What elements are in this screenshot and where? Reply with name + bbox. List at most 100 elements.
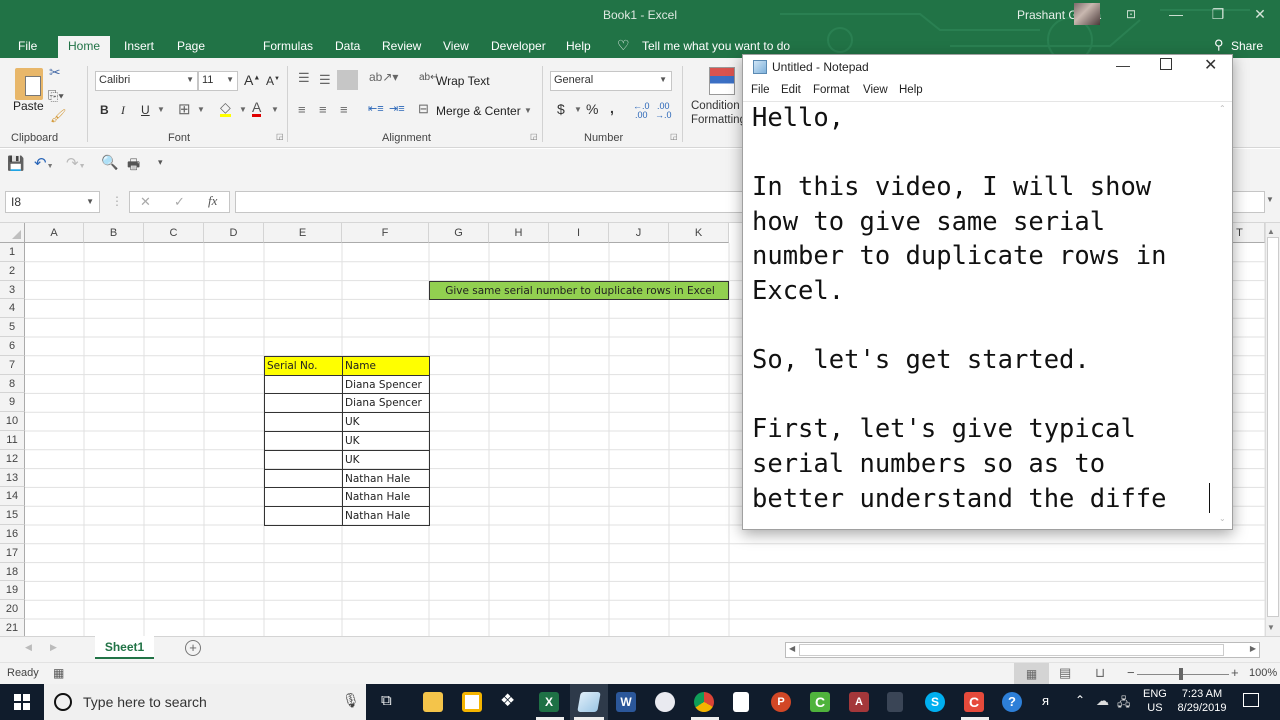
tab-review[interactable]: Review bbox=[382, 36, 421, 58]
save-icon[interactable]: 💾 bbox=[7, 155, 24, 172]
close-icon[interactable]: ✕ bbox=[1248, 4, 1272, 24]
paste-button[interactable]: Paste bbox=[13, 99, 44, 113]
paste-icon[interactable] bbox=[15, 68, 43, 100]
chevron-down-icon[interactable]: ▼ bbox=[574, 105, 582, 114]
column-header-f[interactable]: F bbox=[342, 223, 429, 243]
cell-e15[interactable] bbox=[264, 506, 343, 526]
file-explorer-icon[interactable] bbox=[423, 692, 443, 712]
column-header-a[interactable]: A bbox=[25, 223, 84, 243]
scroll-down-icon[interactable]: ⌄ bbox=[1219, 514, 1226, 523]
bottom-align-button[interactable] bbox=[337, 70, 358, 90]
clipboard-launcher-icon[interactable]: ◲ bbox=[276, 132, 284, 141]
notepad-menu-format[interactable]: Format bbox=[813, 84, 849, 96]
row-header-5[interactable]: 5 bbox=[0, 318, 25, 337]
italic-button[interactable]: I bbox=[121, 103, 125, 118]
font-name-select[interactable]: Calibri ▼ bbox=[95, 71, 198, 91]
column-header-g[interactable]: G bbox=[429, 223, 489, 243]
tab-developer[interactable]: Developer bbox=[491, 36, 546, 58]
row-header-1[interactable]: 1 bbox=[0, 243, 25, 262]
fill-color-icon[interactable]: ◇ bbox=[220, 100, 231, 117]
chevron-down-icon[interactable]: ▼ bbox=[239, 105, 247, 114]
chevron-down-icon[interactable]: ▼ bbox=[524, 106, 532, 115]
chevron-down-icon[interactable]: ▼ bbox=[157, 105, 165, 114]
chrome-icon[interactable] bbox=[694, 692, 714, 712]
row-header-16[interactable]: 16 bbox=[0, 525, 25, 544]
user-avatar[interactable] bbox=[1074, 3, 1100, 25]
zoom-slider-thumb[interactable] bbox=[1179, 668, 1183, 680]
people-icon[interactable]: ᴙ bbox=[1042, 693, 1049, 708]
new-sheet-icon[interactable]: + bbox=[185, 640, 201, 656]
cell-e9[interactable] bbox=[264, 393, 343, 414]
snipping-tool-icon[interactable] bbox=[655, 692, 675, 712]
camtasia-recorder-icon[interactable]: C bbox=[964, 692, 984, 712]
zoom-level[interactable]: 100% bbox=[1249, 667, 1277, 679]
task-view-icon[interactable]: ⧉ bbox=[381, 692, 392, 709]
scroll-right-icon[interactable]: ▶ bbox=[1250, 644, 1256, 653]
copy-icon[interactable]: ⎘▾ bbox=[48, 88, 64, 104]
app-icon[interactable] bbox=[887, 692, 903, 712]
name-box[interactable]: I8 ▼ bbox=[5, 191, 100, 213]
cell-f14[interactable]: Nathan Hale bbox=[342, 487, 430, 508]
column-header-d[interactable]: D bbox=[204, 223, 264, 243]
align-right-icon[interactable]: ≡ bbox=[340, 102, 348, 117]
word-taskbar-icon[interactable]: W bbox=[616, 692, 636, 712]
windows-start-icon[interactable] bbox=[14, 694, 30, 710]
help-icon[interactable]: ? bbox=[1002, 692, 1022, 712]
number-launcher-icon[interactable]: ◲ bbox=[670, 132, 678, 141]
increase-indent-icon[interactable]: ⇥≡ bbox=[389, 102, 405, 115]
camtasia-icon[interactable]: C bbox=[810, 692, 830, 712]
powerpoint-icon[interactable]: P bbox=[771, 692, 791, 712]
scroll-left-icon[interactable]: ◀ bbox=[789, 644, 795, 653]
vertical-scrollbar[interactable]: ▲ ▼ bbox=[1265, 223, 1280, 636]
scroll-up-icon[interactable]: ⌃ bbox=[1219, 104, 1226, 113]
cell-f15[interactable]: Nathan Hale bbox=[342, 506, 430, 526]
row-header-18[interactable]: 18 bbox=[0, 562, 25, 582]
notepad-menu-file[interactable]: File bbox=[751, 84, 770, 96]
cell-e8[interactable] bbox=[264, 374, 343, 395]
scroll-down-icon[interactable]: ▼ bbox=[1267, 623, 1275, 632]
format-painter-icon[interactable]: 🖌 bbox=[50, 108, 67, 124]
cell-g3[interactable]: Give same serial number to duplicate row… bbox=[429, 280, 729, 301]
cell-f13[interactable]: Nathan Hale bbox=[342, 468, 430, 489]
cell-e7[interactable]: Serial No. bbox=[264, 355, 343, 376]
insert-function-icon[interactable]: fx bbox=[208, 193, 217, 209]
cell-f11[interactable]: UK bbox=[342, 431, 430, 451]
borders-icon[interactable]: ⊞ bbox=[178, 100, 191, 118]
align-center-icon[interactable]: ≡ bbox=[319, 102, 327, 117]
alignment-launcher-icon[interactable]: ◲ bbox=[530, 132, 538, 141]
cell-e14[interactable] bbox=[264, 487, 343, 508]
column-header-c[interactable]: C bbox=[144, 223, 204, 243]
formula-bar-grip[interactable]: ⋮ bbox=[111, 194, 123, 208]
row-header-21[interactable]: 21 bbox=[0, 619, 25, 636]
sheet-tab-sheet1[interactable]: Sheet1 bbox=[95, 636, 154, 659]
row-header-2[interactable]: 2 bbox=[0, 261, 25, 281]
excel-taskbar-icon[interactable]: X bbox=[539, 692, 559, 712]
ribbon-display-options-icon[interactable]: ⊡ bbox=[1119, 4, 1143, 24]
row-header-9[interactable]: 9 bbox=[0, 393, 25, 413]
cell-f9[interactable]: Diana Spencer bbox=[342, 393, 430, 414]
row-header-3[interactable]: 3 bbox=[0, 280, 25, 300]
page-break-preview-icon[interactable]: ⊔ bbox=[1095, 665, 1105, 681]
decrease-indent-icon[interactable]: ⇤≡ bbox=[368, 102, 384, 115]
horizontal-scroll-thumb[interactable] bbox=[799, 644, 1224, 656]
dropbox-icon[interactable]: ❖ bbox=[500, 691, 515, 711]
row-header-4[interactable]: 4 bbox=[0, 299, 25, 319]
comma-button[interactable]: , bbox=[610, 100, 614, 116]
cell-f8[interactable]: Diana Spencer bbox=[342, 374, 430, 395]
undo-icon[interactable]: ↶▼ bbox=[34, 154, 54, 172]
tab-insert[interactable]: Insert bbox=[124, 36, 154, 58]
zoom-in-button[interactable]: + bbox=[1231, 665, 1239, 680]
tab-data[interactable]: Data bbox=[335, 36, 360, 58]
onedrive-icon[interactable]: ☁ bbox=[1096, 693, 1109, 709]
tab-formulas[interactable]: Formulas bbox=[263, 36, 313, 58]
horizontal-scrollbar[interactable]: ◀ ▶ bbox=[785, 642, 1260, 658]
row-header-15[interactable]: 15 bbox=[0, 506, 25, 525]
row-header-6[interactable]: 6 bbox=[0, 337, 25, 356]
column-header-k[interactable]: K bbox=[669, 223, 729, 243]
cell-f10[interactable]: UK bbox=[342, 412, 430, 432]
store-icon[interactable] bbox=[462, 692, 482, 712]
column-header-b[interactable]: B bbox=[84, 223, 144, 243]
cell-e12[interactable] bbox=[264, 449, 343, 470]
notepad-minimize-icon[interactable]: — bbox=[1116, 57, 1130, 73]
row-header-12[interactable]: 12 bbox=[0, 449, 25, 469]
